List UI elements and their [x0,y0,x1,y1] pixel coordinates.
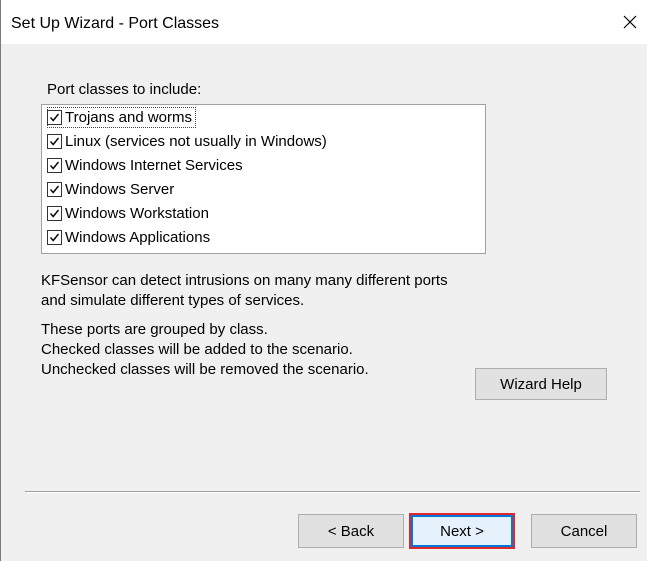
checkmark-icon [49,185,60,194]
checkmark-icon [49,137,60,146]
list-item-trojans[interactable]: Trojans and worms [47,107,196,128]
cancel-button[interactable]: Cancel [531,514,637,548]
setup-wizard-dialog: Set Up Wizard - Port Classes Port classe… [0,0,647,561]
list-item-label: Windows Applications [65,229,211,246]
description-line: KFSensor can detect intrusions on many m… [41,272,448,289]
close-icon [623,15,637,29]
checkmark-icon [49,233,60,242]
list-item-windows-server[interactable]: Windows Server [47,179,174,200]
wizard-help-button[interactable]: Wizard Help [475,368,607,400]
description-line: These ports are grouped by class. [41,321,268,338]
list-item-label: Linux (services not usually in Windows) [65,133,327,150]
title-bar[interactable]: Set Up Wizard - Port Classes [1,0,647,44]
checkmark-icon [49,113,60,122]
list-item-windows-applications[interactable]: Windows Applications [47,227,210,248]
back-button[interactable]: < Back [298,514,404,548]
list-item-linux[interactable]: Linux (services not usually in Windows) [47,131,327,152]
port-classes-list[interactable]: Trojans and worms Linux (services not us… [41,104,486,254]
checkbox-linux[interactable] [47,134,62,149]
checkbox-windows-server[interactable] [47,182,62,197]
checkmark-icon [49,209,60,218]
next-button[interactable]: Next > [411,515,513,547]
list-item-label: Windows Server [65,181,175,198]
checkbox-windows-internet-services[interactable] [47,158,62,173]
checkbox-windows-workstation[interactable] [47,206,62,221]
description-line: Checked classes will be added to the sce… [41,341,353,358]
close-button[interactable] [613,5,647,39]
list-item-windows-workstation[interactable]: Windows Workstation [47,203,209,224]
list-item-windows-internet-services[interactable]: Windows Internet Services [47,155,243,176]
window-title: Set Up Wizard - Port Classes [11,15,220,32]
list-item-label: Trojans and worms [65,109,192,126]
list-item-label: Windows Workstation [65,205,209,222]
description-line: and simulate different types of services… [41,292,305,309]
footer-separator [25,491,640,493]
port-classes-label: Port classes to include: [47,81,202,98]
checkbox-windows-applications[interactable] [47,230,62,245]
list-item-label: Windows Internet Services [65,157,243,174]
checkmark-icon [49,161,60,170]
checkbox-trojans[interactable] [47,110,62,125]
description-line: Unchecked classes will be removed the sc… [41,361,369,378]
